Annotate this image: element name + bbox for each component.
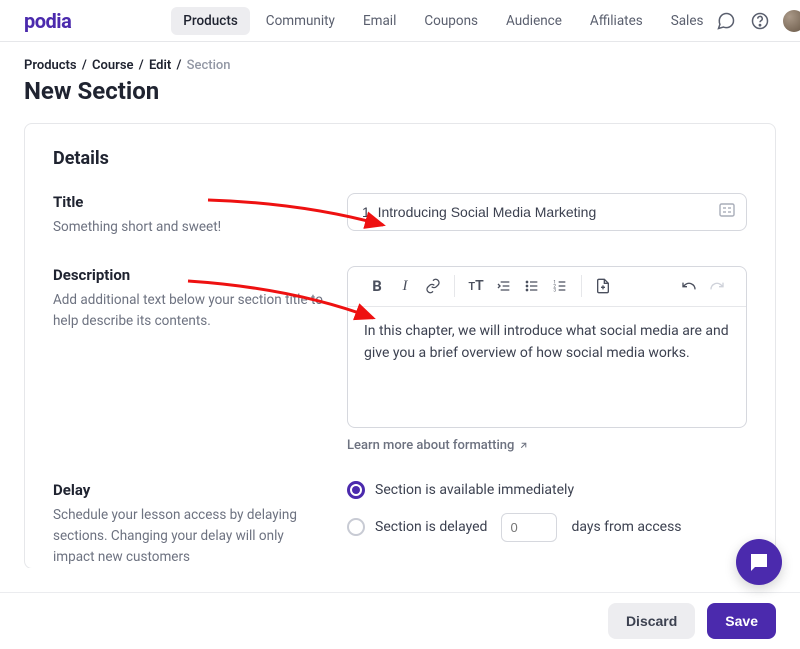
radio-selected-icon[interactable] xyxy=(347,481,365,499)
delay-delayed-post: days from access xyxy=(571,519,681,535)
nav-coupons[interactable]: Coupons xyxy=(412,7,490,35)
learn-more-label: Learn more about formatting xyxy=(347,438,514,453)
nav-products[interactable]: Products xyxy=(171,7,249,35)
attachment-icon[interactable] xyxy=(590,273,616,299)
title-help: Something short and sweet! xyxy=(53,217,323,238)
breadcrumb-sep: / xyxy=(137,58,146,73)
description-row: Description Add additional text below yo… xyxy=(53,266,747,453)
footer-bar: Discard Save xyxy=(0,592,800,649)
breadcrumb-sep: / xyxy=(174,58,183,73)
undo-icon[interactable] xyxy=(676,273,702,299)
learn-more-link[interactable]: Learn more about formatting xyxy=(347,438,529,453)
delay-help: Schedule your lesson access by delaying … xyxy=(53,505,323,568)
delay-row: Delay Schedule your lesson access by del… xyxy=(53,481,747,568)
save-button[interactable]: Save xyxy=(707,603,776,639)
breadcrumb-edit[interactable]: Edit xyxy=(149,58,171,73)
link-icon[interactable] xyxy=(420,273,446,299)
description-label: Description xyxy=(53,266,323,284)
breadcrumb-products[interactable]: Products xyxy=(24,58,77,73)
brand-logo[interactable]: podia xyxy=(24,9,71,33)
delay-days-input[interactable] xyxy=(501,513,557,542)
svg-text:3: 3 xyxy=(553,288,556,294)
radio-unselected-icon[interactable] xyxy=(347,518,365,536)
nav-affiliates[interactable]: Affiliates xyxy=(578,7,655,35)
editor-content[interactable]: In this chapter, we will introduce what … xyxy=(348,307,746,427)
delay-option-immediate[interactable]: Section is available immediately xyxy=(347,481,747,499)
details-heading: Details xyxy=(53,148,747,169)
numbered-list-icon[interactable]: 123 xyxy=(547,273,573,299)
avatar[interactable] xyxy=(783,10,800,32)
redo-icon[interactable] xyxy=(704,273,730,299)
topbar: podia Products Community Email Coupons A… xyxy=(0,0,800,42)
title-row: Title Something short and sweet! xyxy=(53,193,747,238)
bullet-list-icon[interactable] xyxy=(519,273,545,299)
breadcrumb-current: Section xyxy=(187,58,231,73)
quote-icon[interactable] xyxy=(491,273,517,299)
breadcrumb-sep: / xyxy=(80,58,89,73)
page-title: New Section xyxy=(24,77,776,105)
help-icon[interactable] xyxy=(749,10,771,32)
primary-nav: Products Community Email Coupons Audienc… xyxy=(171,7,715,35)
delay-label: Delay xyxy=(53,481,323,499)
nav-community[interactable]: Community xyxy=(254,7,347,35)
bold-icon[interactable]: B xyxy=(364,273,390,299)
discard-button[interactable]: Discard xyxy=(608,603,695,639)
nav-sales[interactable]: Sales xyxy=(659,7,716,35)
intercom-launcher[interactable] xyxy=(736,539,782,585)
editor-toolbar: B I TT xyxy=(348,267,746,307)
title-input[interactable] xyxy=(347,193,747,231)
breadcrumb: Products / Course / Edit / Section xyxy=(24,58,776,73)
nav-email[interactable]: Email xyxy=(351,7,408,35)
chat-icon[interactable] xyxy=(715,10,737,32)
page: Products / Course / Edit / Section New S… xyxy=(0,42,800,568)
form-icon xyxy=(719,203,735,221)
delay-option-delayed[interactable]: Section is delayed days from access xyxy=(347,513,747,542)
nav-audience[interactable]: Audience xyxy=(494,7,574,35)
rich-text-editor: B I TT xyxy=(347,266,747,428)
breadcrumb-course[interactable]: Course xyxy=(92,58,133,73)
delay-immediate-label: Section is available immediately xyxy=(375,482,574,498)
topbar-actions xyxy=(715,10,800,32)
title-label: Title xyxy=(53,193,323,211)
details-card: Details Title Something short and sweet! xyxy=(24,123,776,568)
text-size-icon[interactable]: TT xyxy=(463,273,489,299)
delay-delayed-pre: Section is delayed xyxy=(375,519,487,535)
italic-icon[interactable]: I xyxy=(392,273,418,299)
description-help: Add additional text below your section t… xyxy=(53,290,323,332)
